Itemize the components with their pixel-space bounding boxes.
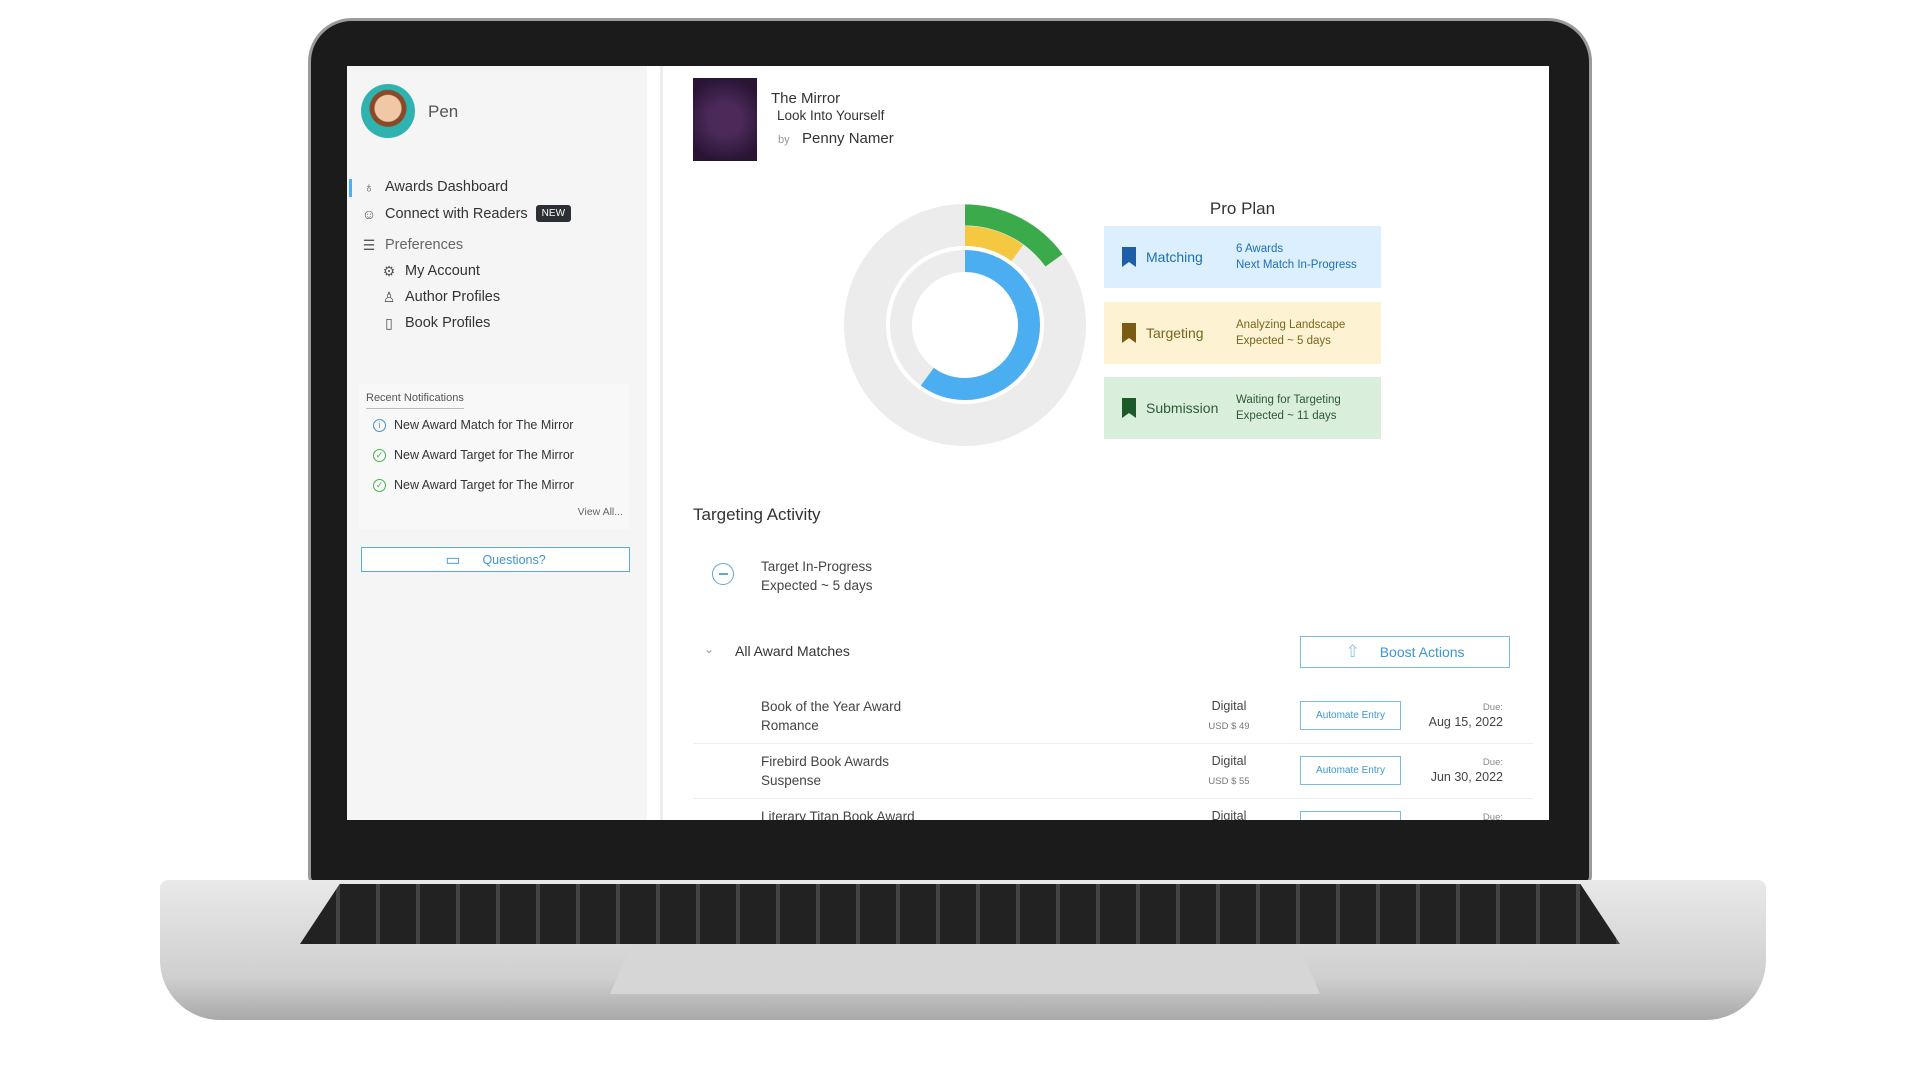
view-all-link[interactable]: View All... [578, 506, 623, 518]
plan-stage-targeting[interactable]: Targeting Analyzing Landscape Expected ~ … [1104, 302, 1381, 364]
stage-detail: Analyzing Landscape [1236, 319, 1346, 331]
notifications-panel: Recent Notifications i New Award Match fo… [359, 384, 630, 529]
notification-text: New Award Match for The Mirror [394, 418, 574, 432]
due-label: Due: [1482, 702, 1503, 713]
automate-entry-button[interactable]: Automate Entry [1300, 756, 1401, 785]
award-name: Book of the Year Award [761, 699, 902, 714]
nav-label: Preferences [385, 237, 464, 253]
divider [660, 66, 663, 820]
notifications-title: Recent Notifications [366, 392, 464, 409]
award-name: Literary Titan Book Award [761, 809, 915, 820]
plan-stage-matching[interactable]: Matching 6 Awards Next Match In-Progress [1104, 226, 1381, 288]
sidebar-item-book-profiles[interactable]: ▯ Book Profiles [381, 314, 491, 332]
notification-item[interactable]: ✓ New Award Target for The Mirror [373, 478, 574, 492]
plan-stage-submission[interactable]: Submission Waiting for Targeting Expected… [1104, 377, 1381, 439]
award-genre: Romance [761, 718, 819, 733]
due-label: Due: [1482, 757, 1503, 768]
targeting-activity-title: Targeting Activity [693, 505, 821, 524]
in-progress-icon [712, 563, 734, 585]
boost-actions-button[interactable]: ⇧ Boost Actions [1300, 636, 1510, 668]
activity-expected: Expected ~ 5 days [761, 578, 873, 593]
activity-status: Target In-Progress [761, 559, 873, 574]
award-match-row[interactable]: Book of the Year Award Romance Digital USD… [693, 689, 1533, 744]
stage-detail: Next Match In-Progress [1236, 259, 1357, 271]
gear-icon: ⚙ [382, 262, 396, 279]
award-price: USD $ 49 [1208, 721, 1250, 732]
user-name: Pen [428, 102, 459, 121]
notification-item[interactable]: i New Award Match for The Mirror [373, 418, 573, 432]
due-label: Due: [1482, 812, 1503, 820]
avatar[interactable] [361, 84, 415, 138]
stage-detail: Expected ~ 5 days [1236, 335, 1331, 347]
book-cover[interactable] [693, 78, 757, 161]
chevron-down-icon[interactable]: ⌄ [704, 642, 714, 656]
stage-label: Submission [1146, 400, 1219, 416]
boost-label: Boost Actions [1379, 644, 1465, 660]
stage-label: Matching [1146, 249, 1203, 265]
notification-text: New Award Target for The Mirror [394, 448, 574, 462]
bookmark-icon [1122, 323, 1136, 343]
automate-entry-button[interactable] [1300, 811, 1401, 820]
trackpad [610, 944, 1320, 994]
award-format: Digital [1211, 809, 1247, 820]
stage-detail: Waiting for Targeting [1236, 394, 1341, 406]
nav-label: Awards Dashboard [385, 179, 509, 195]
sidebar-item-preferences[interactable]: ☰ Preferences [361, 236, 464, 254]
progress-rings [844, 204, 1086, 446]
sidebar-item-author-profiles[interactable]: ♙ Author Profiles [381, 288, 501, 306]
stage-detail: Expected ~ 11 days [1236, 410, 1337, 422]
award-match-row[interactable]: Firebird Book Awards Suspense Digital USD … [693, 744, 1533, 799]
users-icon: ☺ [361, 205, 377, 222]
sidebar-item-my-account[interactable]: ⚙ My Account [381, 262, 480, 280]
questions-label: Questions? [482, 552, 546, 567]
chat-icon: ▭ [445, 551, 461, 569]
boost-arrow-icon: ⇧ [1345, 642, 1360, 661]
due-date: Jun 30, 2022 [1430, 770, 1503, 784]
info-icon: i [373, 418, 386, 432]
by-label: by [778, 134, 790, 146]
plan-title: Pro Plan [1209, 199, 1276, 218]
sliders-icon: ☰ [362, 236, 376, 253]
stage-detail: 6 Awards [1236, 243, 1284, 255]
award-format: Digital [1211, 754, 1247, 768]
book-icon: ▯ [385, 314, 393, 331]
award-match-row[interactable]: Literary Titan Book Award Digital Due: [693, 799, 1533, 820]
nav-label: Book Profiles [405, 315, 491, 331]
notification-item[interactable]: ✓ New Award Target for The Mirror [373, 448, 574, 462]
all-award-matches-toggle[interactable]: All Award Matches [735, 643, 850, 659]
active-indicator [349, 179, 352, 197]
bookmark-icon [1122, 247, 1136, 267]
check-circle-icon: ✓ [373, 478, 386, 492]
book-subtitle: Look Into Yourself [777, 108, 885, 123]
check-circle-icon: ✓ [373, 448, 386, 462]
screen: Pen ♁ Awards Dashboard ☺ Connect with Read… [347, 66, 1549, 820]
user-icon: ♙ [382, 288, 396, 305]
sidebar-item-connect-with-readers[interactable]: ☺ Connect with Readers NEW [361, 205, 572, 222]
book-title: The Mirror [771, 90, 841, 107]
due-date: Aug 15, 2022 [1428, 715, 1503, 729]
notification-text: New Award Target for The Mirror [394, 478, 574, 492]
sidebar: Pen ♁ Awards Dashboard ☺ Connect with Read… [347, 66, 647, 820]
automate-entry-button[interactable]: Automate Entry [1300, 701, 1401, 730]
keyboard [300, 884, 1620, 944]
nav-label: Author Profiles [405, 289, 501, 305]
bookmark-icon [1122, 398, 1136, 418]
stage-label: Targeting [1146, 325, 1204, 341]
award-genre: Suspense [761, 773, 822, 788]
nav-label: My Account [405, 263, 480, 279]
sidebar-item-awards-dashboard[interactable]: ♁ Awards Dashboard [361, 179, 508, 195]
award-price: USD $ 55 [1208, 776, 1250, 787]
questions-button[interactable]: ▭ Questions? [361, 547, 630, 572]
book-author: Penny Namer [802, 130, 894, 147]
award-icon: ♁ [363, 179, 375, 195]
new-badge: NEW [535, 205, 572, 222]
award-format: Digital [1211, 699, 1247, 713]
award-name: Firebird Book Awards [761, 754, 890, 769]
nav-label: Connect with Readers [385, 205, 528, 222]
